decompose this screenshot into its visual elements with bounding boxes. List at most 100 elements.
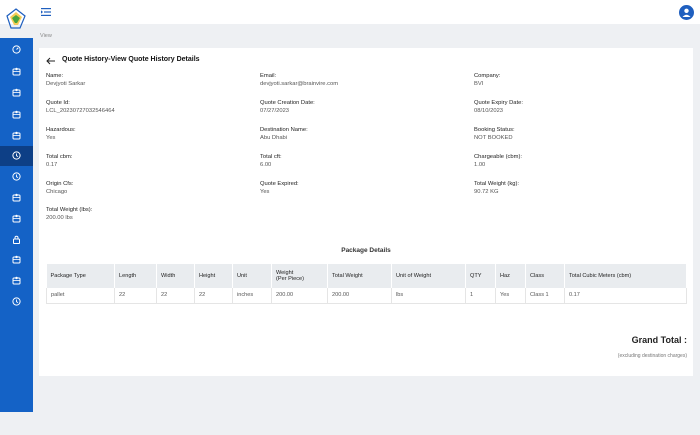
table-cell: 22 [194,288,233,304]
table-header-row: Package Type Length Width Height Unit We… [46,264,687,288]
sidebar-item-quote-history[interactable] [0,146,33,166]
top-bar [0,0,700,29]
field-label: Quote Expiry Date: [474,100,523,106]
field-quote-expired: Quote Expired: Yes [260,180,299,196]
history-icon [12,172,21,181]
field-booking-status: Booking Status: NOT BOOKED [474,126,515,142]
package-icon [12,276,21,285]
field-origin-cfs: Origin Cfs: Chicago [46,180,73,196]
history-icon [12,297,21,306]
field-value: 90.72 KG [474,189,499,195]
field-total-cft: Total cft: 6.00 [260,153,282,169]
column-header: Height [194,264,233,288]
page-title: Quote History-View Quote History Details [62,56,200,63]
field-total-weight-lbs: Total Weight (lbs): 200.00 lbs [46,206,92,222]
breadcrumb: View [40,33,52,39]
field-total-weight-kg: Total Weight (kg): 90.72 KG [474,180,519,196]
sidebar-item-package-7[interactable] [0,250,33,270]
field-label: Total Weight (lbs): [46,207,93,213]
field-value: LCL_20230727032546464 [46,108,115,114]
field-value: 0.17 [46,162,58,168]
table-cell: 1 [465,288,496,304]
user-avatar[interactable] [679,5,694,20]
table-cell: lbs [391,288,466,304]
quote-details-card: Quote History-View Quote History Details… [39,48,693,376]
sidebar-item-package-2[interactable] [0,83,33,103]
column-header: Length [114,264,157,288]
field-label: Name: [46,73,64,79]
sidebar-item-package-3[interactable] [0,105,33,125]
lock-icon [13,235,20,244]
back-arrow-icon[interactable] [46,57,56,65]
field-quote-creation-date: Quote Creation Date: 07/27/2023 [260,99,315,115]
column-header: Class [525,264,565,288]
field-label: Quote Creation Date: [260,100,315,106]
bottom-area [33,412,700,435]
package-icon [12,88,21,97]
field-label: Quote Id: [46,100,70,106]
dashboard-icon [12,45,21,54]
package-icon [12,255,21,264]
column-header: Package Type [46,264,115,288]
sidebar-item-package-1[interactable] [0,62,33,82]
column-header: Width [156,264,195,288]
field-label: Booking Status: [474,127,515,133]
field-value: 08/10/2023 [474,108,504,114]
field-label: Quote Expired: [260,181,299,187]
field-name: Name: Devjyoti Sarkar [46,72,85,88]
column-header-line: (Per Piece) [276,276,304,282]
column-header: QTY [465,264,496,288]
sidebar-item-history-3[interactable] [0,292,33,312]
column-header: Haz [495,264,526,288]
column-header: Total Weight [327,264,392,288]
sidebar-item-lock[interactable] [0,230,33,250]
field-value: Yes [260,189,270,195]
column-header: Unit of Weight [391,264,466,288]
field-value: Devjyoti Sarkar [46,81,86,87]
sidebar-item-package-6[interactable] [0,209,33,229]
field-value: 1.00 [474,162,486,168]
menu-toggle-icon[interactable] [40,6,52,18]
table-cell: pallet [46,288,115,304]
field-quote-id: Quote Id: LCL_20230727032546464 [46,99,115,115]
sidebar-item-dashboard[interactable] [0,40,33,60]
sidebar-item-package-5[interactable] [0,188,33,208]
field-chargeable-cbm: Chargeable (cbm): 1.00 [474,153,522,169]
sidebar-item-history-2[interactable] [0,167,33,187]
field-value: Yes [46,135,56,141]
field-value: Chicago [46,189,68,195]
table-cell: Yes [495,288,526,304]
sidebar-item-package-4[interactable] [0,126,33,146]
table-cell: Class 1 [525,288,565,304]
column-header: Unit [232,264,272,288]
table-row: pallet 22 22 22 inches 200.00 200.00 lbs… [46,288,687,304]
company-logo[interactable] [6,8,26,30]
field-label: Destination Name: [260,127,308,133]
package-icon [12,110,21,119]
field-value: 07/27/2023 [260,108,290,114]
package-icon [12,214,21,223]
field-value: Abu Dhabi [260,135,288,141]
grand-total-label: Grand Total : [631,335,687,345]
grand-total-note: (excluding destination charges) [617,353,687,359]
field-quote-expiry-date: Quote Expiry Date: 08/10/2023 [474,99,523,115]
package-icon [12,193,21,202]
package-details-table: Package Type Length Width Height Unit We… [46,264,687,304]
field-label: Company: [474,73,501,79]
table-cell: 22 [156,288,195,304]
table-cell: 0.17 [564,288,687,304]
table-cell: 22 [114,288,157,304]
field-total-cbm: Total cbm: 0.17 [46,153,72,169]
field-value: devjyoti.sarkar@brainvire.com [260,81,339,87]
field-label: Origin Cfs: [46,181,74,187]
history-icon [12,151,21,160]
sidebar-item-package-8[interactable] [0,271,33,291]
field-label: Hazardous: [46,127,76,133]
field-email: Email: devjyoti.sarkar@brainvire.com [260,72,338,88]
package-icon [12,67,21,76]
field-company: Company: BVI [474,72,500,88]
field-label: Total cft: [260,154,282,160]
field-value: BVI [474,81,484,87]
table-cell: inches [232,288,272,304]
table-cell: 200.00 [327,288,392,304]
